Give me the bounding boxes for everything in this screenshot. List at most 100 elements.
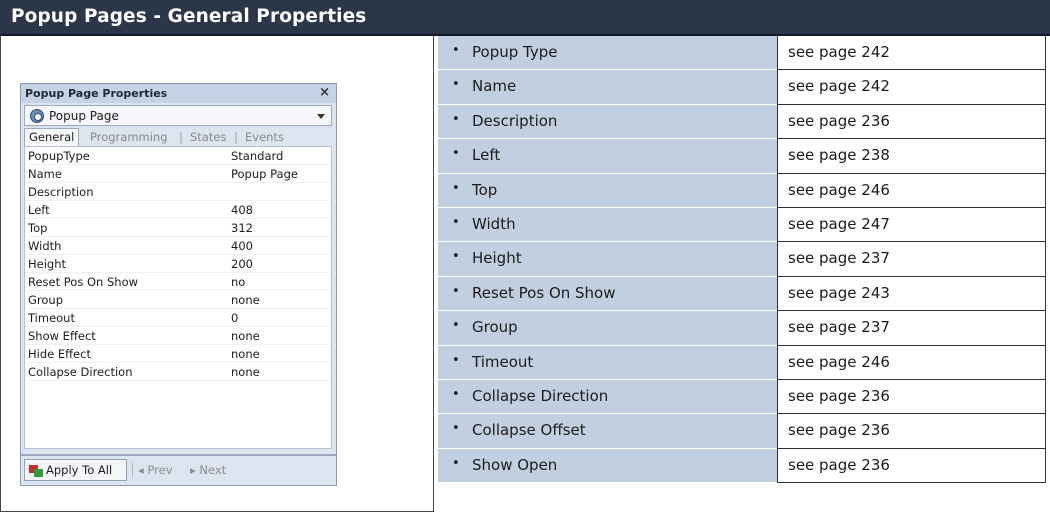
property-row[interactable]: Reset Pos On Show no: [25, 273, 331, 291]
property-cell: • Collapse Direction: [438, 380, 777, 415]
page-reference-link[interactable]: see page 237: [788, 318, 890, 336]
property-cell: • Group: [438, 311, 777, 346]
property-key: Reset Pos On Show: [28, 275, 139, 289]
bullet-icon: •: [452, 283, 460, 299]
table-row: • Width see page 247: [434, 208, 1050, 243]
page-reference-link[interactable]: see page 236: [788, 387, 890, 405]
page-reference-link[interactable]: see page 246: [788, 353, 890, 371]
section-title: Popup Pages - General Properties: [11, 6, 367, 27]
property-value[interactable]: none: [231, 293, 260, 307]
page-reference-link[interactable]: see page 236: [788, 421, 890, 439]
page-reference-link[interactable]: see page 236: [788, 112, 890, 130]
property-row[interactable]: Hide Effect none: [25, 345, 331, 363]
property-key: Show Effect: [28, 329, 96, 343]
property-cell: • Name: [438, 70, 777, 105]
property-row[interactable]: PopupType Standard: [25, 147, 331, 165]
property-key: Height: [28, 257, 67, 271]
table-row: • Reset Pos On Show see page 243: [434, 276, 1050, 312]
property-name: Reset Pos On Show: [472, 283, 616, 302]
close-icon[interactable]: ×: [319, 85, 330, 100]
property-row[interactable]: Description: [25, 183, 331, 201]
page-ref-cell: see page 246: [777, 345, 1046, 380]
property-row[interactable]: Width 400: [25, 237, 331, 255]
page-reference-link[interactable]: see page 236: [788, 456, 890, 474]
table-row: • Collapse Offset see page 236: [434, 414, 1050, 449]
table-row: • Popup Type see page 242: [434, 36, 1050, 71]
property-cell: • Left: [438, 139, 777, 174]
popup-page-properties-panel: Popup Page Properties × Popup Page Gener…: [20, 83, 337, 486]
property-key: Name: [28, 167, 62, 181]
property-row[interactable]: Show Effect none: [25, 327, 331, 345]
tab-general[interactable]: General: [24, 128, 80, 146]
property-name: Top: [472, 180, 498, 199]
chevron-down-icon[interactable]: [317, 114, 325, 119]
property-row[interactable]: Timeout 0: [25, 309, 331, 327]
property-value[interactable]: Popup Page: [231, 167, 298, 181]
table-row: • Top see page 246: [434, 173, 1050, 208]
page-ref-cell: see page 236: [777, 104, 1046, 140]
property-cell: • Description: [438, 104, 777, 140]
page-ref-cell: see page 236: [777, 380, 1046, 415]
property-row[interactable]: Collapse Direction none: [25, 363, 331, 381]
apply-to-all-button[interactable]: Apply To All: [24, 459, 127, 481]
table-row: • Timeout see page 246: [434, 345, 1050, 380]
object-selector-dropdown[interactable]: Popup Page: [24, 105, 332, 126]
property-key: Top: [28, 221, 48, 235]
apply-to-all-icon: [29, 465, 43, 477]
property-key: PopupType: [28, 149, 90, 163]
next-button[interactable]: ▸ Next: [190, 463, 226, 477]
property-value[interactable]: 400: [231, 239, 253, 253]
page-ref-cell: see page 236: [777, 414, 1046, 449]
table-row: • Name see page 242: [434, 70, 1050, 105]
page-ref-cell: see page 238: [777, 139, 1046, 174]
property-row[interactable]: Height 200: [25, 255, 331, 273]
properties-tabs: General Programming | States | Events: [24, 128, 332, 146]
page-reference-link[interactable]: see page 242: [788, 77, 890, 95]
property-value[interactable]: 200: [231, 257, 253, 271]
page-ref-cell: see page 237: [777, 311, 1046, 346]
page-reference-link[interactable]: see page 238: [788, 146, 890, 164]
page-ref-cell: see page 246: [777, 173, 1046, 208]
bullet-icon: •: [452, 77, 460, 93]
property-key: Left: [28, 203, 50, 217]
property-cell: • Reset Pos On Show: [438, 276, 777, 312]
panel-title: Popup Page Properties: [25, 87, 168, 100]
property-cell: • Collapse Offset: [438, 414, 777, 449]
property-value[interactable]: none: [231, 347, 260, 361]
property-row[interactable]: Group none: [25, 291, 331, 309]
page-ref-cell: see page 242: [777, 70, 1046, 105]
property-value[interactable]: 408: [231, 203, 253, 217]
apply-to-all-label: Apply To All: [46, 463, 113, 477]
tab-programming[interactable]: Programming: [90, 130, 168, 144]
property-key: Description: [28, 185, 94, 199]
property-name: Group: [472, 318, 518, 337]
table-row: • Show Open see page 236: [434, 448, 1050, 484]
bullet-icon: •: [452, 43, 460, 58]
property-value[interactable]: Standard: [231, 149, 283, 163]
property-name: Left: [472, 146, 501, 165]
page-reference-link[interactable]: see page 242: [788, 43, 890, 61]
property-row[interactable]: Left 408: [25, 201, 331, 219]
property-name: Height: [472, 249, 522, 268]
page-reference-link[interactable]: see page 246: [788, 181, 890, 199]
toolbar-separator: [132, 463, 133, 477]
bullet-icon: •: [452, 215, 460, 230]
property-value[interactable]: 312: [231, 221, 253, 235]
table-row: • Left see page 238: [434, 139, 1050, 174]
page-ref-cell: see page 236: [777, 448, 1046, 484]
property-row[interactable]: Top 312: [25, 219, 331, 237]
property-value[interactable]: none: [231, 365, 260, 379]
page-reference-link[interactable]: see page 237: [788, 249, 890, 267]
bullet-icon: •: [452, 249, 460, 265]
property-key: Group: [28, 293, 64, 307]
prev-button[interactable]: ◂ Prev: [138, 463, 173, 477]
property-value[interactable]: 0: [231, 311, 238, 325]
property-value[interactable]: no: [231, 275, 245, 289]
tab-events[interactable]: Events: [245, 130, 284, 144]
property-value[interactable]: none: [231, 329, 260, 343]
page-reference-link[interactable]: see page 247: [788, 215, 890, 233]
property-row[interactable]: Name Popup Page: [25, 165, 331, 183]
tab-states[interactable]: States: [190, 130, 226, 144]
page-reference-link[interactable]: see page 243: [788, 284, 890, 302]
page-ref-cell: see page 242: [777, 36, 1046, 71]
